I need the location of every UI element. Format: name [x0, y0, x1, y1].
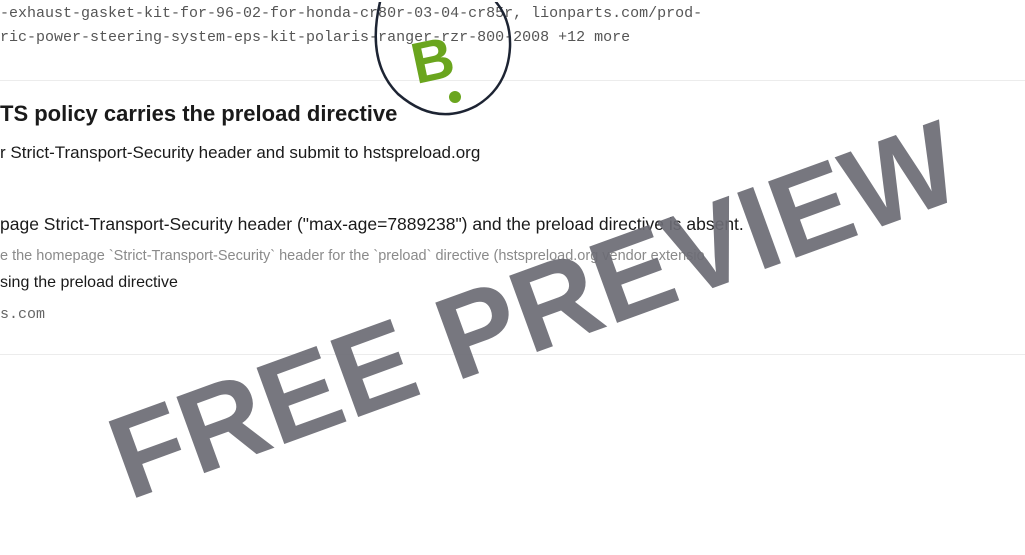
affected-url-line: -exhaust-gasket-kit-for-96-02-for-honda-… [0, 5, 703, 22]
issue-host: s.com [0, 306, 46, 323]
issue-title: TS policy carries the preload directive [0, 101, 398, 126]
section-divider [0, 354, 1025, 355]
affected-url-text: ric-power-steering-system-eps-kit-polari… [0, 29, 550, 46]
issue-finding: page Strict-Transport-Security header ("… [0, 214, 744, 234]
issue-recommendation: r Strict-Transport-Security header and s… [0, 143, 481, 162]
grade-dot [449, 91, 461, 103]
affected-urls-panel: -exhaust-gasket-kit-for-96-02-for-honda-… [0, 0, 1025, 81]
more-urls-link[interactable]: +12 more [558, 29, 630, 46]
issue-check-description: e the homepage `Strict-Transport-Securit… [0, 248, 705, 264]
issue-status: sing the preload directive [0, 274, 178, 291]
affected-url-line: ric-power-steering-system-eps-kit-polari… [0, 29, 630, 46]
